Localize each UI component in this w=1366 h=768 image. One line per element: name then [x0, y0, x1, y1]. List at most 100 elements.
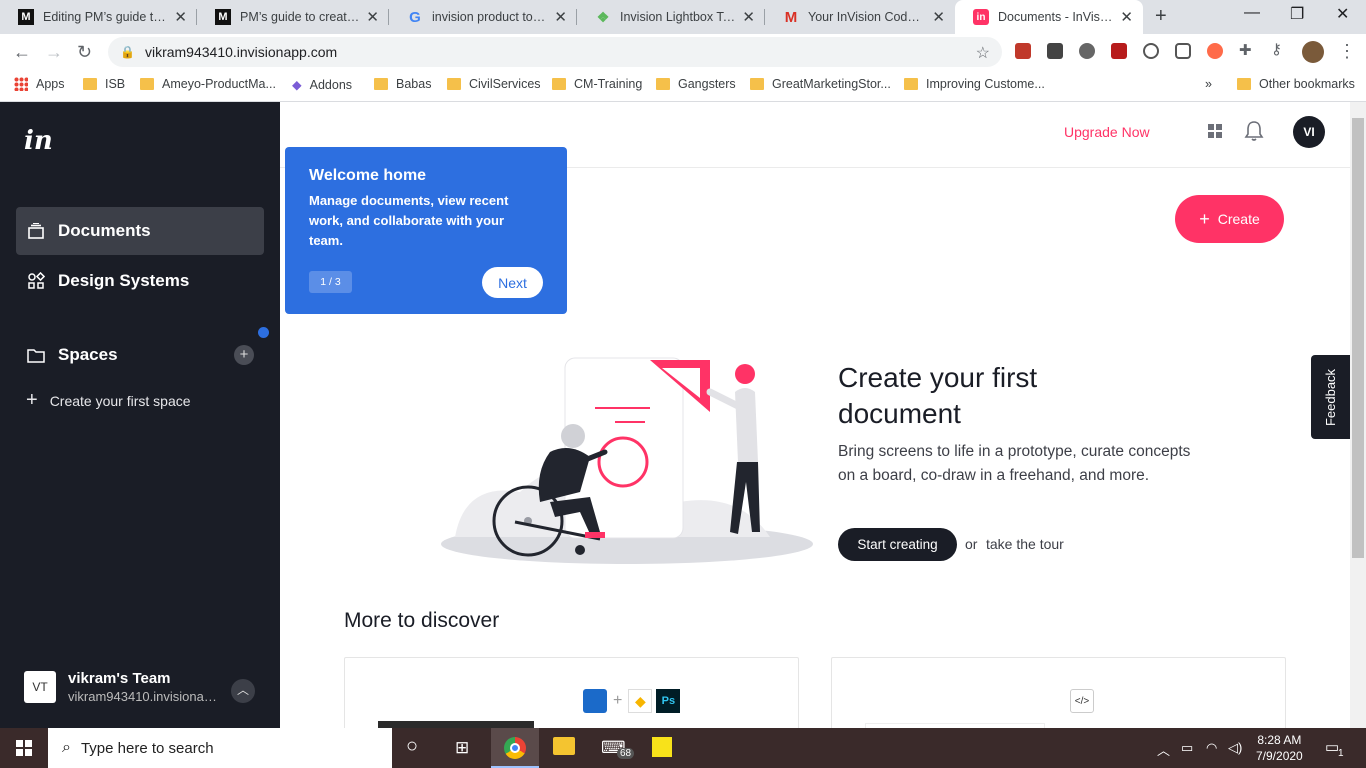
address-bar[interactable]: 🔒 vikram943410.invisionapp.com ☆ — [108, 37, 1002, 67]
search-icon: ⌕ — [62, 739, 71, 756]
add-space-button[interactable]: + — [234, 345, 254, 365]
folder-icon — [656, 78, 670, 90]
folder-icon — [83, 78, 97, 90]
tab-title: invision product tour - G — [432, 10, 548, 24]
tab-documents-invision[interactable]: in Documents - InVision ✕ — [955, 0, 1143, 34]
close-tab-icon[interactable]: ✕ — [174, 8, 187, 26]
extension-icon[interactable] — [1079, 43, 1095, 59]
close-tab-icon[interactable]: ✕ — [742, 8, 755, 26]
extension-icon[interactable] — [1015, 43, 1031, 59]
browser-menu-icon[interactable]: ⋮ — [1338, 41, 1356, 62]
bookmark-label: Other bookmarks — [1259, 77, 1355, 91]
sidebar-item-documents[interactable]: Documents — [16, 207, 264, 255]
tab-gmail[interactable]: M Your InVision Code - vik ✕ — [765, 0, 955, 34]
tab-invision-lightbox[interactable]: ❖ Invision Lightbox Toolti ✕ — [577, 0, 765, 34]
extension-icon[interactable] — [1143, 43, 1159, 59]
profile-avatar[interactable] — [1302, 41, 1324, 63]
feedback-tab[interactable]: Feedback — [1311, 355, 1351, 439]
reload-icon[interactable]: ↻ — [77, 42, 92, 63]
minimize-icon[interactable]: — — [1244, 4, 1260, 22]
sidebar-item-design-systems[interactable]: Design Systems — [16, 257, 264, 305]
extensions-puzzle-icon[interactable]: ✚ — [1239, 41, 1255, 59]
task-view-icon[interactable]: ⊞ — [455, 738, 469, 758]
apps-grid-icon[interactable] — [1208, 124, 1222, 138]
extension-icon[interactable] — [1207, 43, 1223, 59]
upgrade-now-link[interactable]: Upgrade Now — [1064, 124, 1150, 140]
taskbar-chrome[interactable] — [491, 728, 539, 768]
sidebar-item-label: Documents — [58, 221, 151, 240]
pocket-extension-icon[interactable] — [1175, 43, 1191, 59]
bookmark-label: Ameyo-ProductMa... — [162, 77, 276, 91]
windows-start-icon[interactable] — [16, 740, 32, 756]
lock-icon[interactable]: 🔒 — [120, 45, 135, 59]
tray-chevron-icon[interactable]: ︿ — [1157, 740, 1170, 759]
tab-google-search[interactable]: G invision product tour - G ✕ — [389, 0, 577, 34]
discover-card-code[interactable]: </> — [831, 657, 1286, 728]
apps-grid-icon — [14, 77, 28, 91]
folder-icon — [750, 78, 764, 90]
folder-icon — [374, 78, 388, 90]
folder-icon — [26, 346, 46, 364]
tooltip-body: Manage documents, view recent work, and … — [309, 193, 509, 248]
bookmark-folder[interactable]: Babas — [374, 77, 431, 91]
tab-pm-guide[interactable]: M PM’s guide to creating ✕ — [197, 0, 389, 34]
team-name: vikram's Team — [68, 670, 171, 687]
folder-icon — [140, 78, 154, 90]
invision-logo[interactable]: in — [24, 126, 53, 156]
sidebar-item-label: Design Systems — [58, 271, 190, 290]
chevron-up-icon[interactable]: ︿ — [231, 679, 255, 703]
start-creating-button[interactable]: Start creating — [838, 528, 957, 561]
clock-time: 8:28 AM — [1257, 733, 1302, 747]
documents-icon — [26, 222, 46, 240]
wifi-icon[interactable]: ◠ — [1206, 740, 1217, 756]
bookmark-folder[interactable]: ISB — [83, 77, 125, 91]
empty-state-illustration — [441, 357, 813, 564]
bookmark-folder[interactable]: CM-Training — [552, 77, 642, 91]
bookmark-addons[interactable]: ◆ Addons — [292, 77, 353, 93]
sidebar-item-spaces[interactable]: Spaces — [16, 331, 264, 379]
restore-icon[interactable]: ❐ — [1290, 4, 1304, 24]
bookmark-folder[interactable]: Gangsters — [656, 77, 736, 91]
team-switcher[interactable]: VT vikram's Team vikram943410.invisionap… — [24, 670, 224, 704]
medium-icon: M — [215, 9, 231, 25]
pdf-extension-icon[interactable] — [1111, 43, 1127, 59]
tooltip-next-button[interactable]: Next — [482, 267, 543, 298]
tooltip-step-counter: 1 / 3 — [309, 271, 352, 293]
close-tab-icon[interactable]: ✕ — [1120, 8, 1133, 26]
file-explorer-icon[interactable] — [553, 737, 575, 755]
discover-card-integrations[interactable]: + ◆ Ps — [344, 657, 799, 728]
bookmark-star-icon[interactable]: ☆ — [976, 43, 990, 63]
volume-icon[interactable]: ◁) — [1228, 740, 1242, 756]
cortana-icon[interactable]: ○ — [406, 735, 418, 758]
bookmark-folder[interactable]: Improving Custome... — [904, 77, 1045, 91]
create-first-space-link[interactable]: + Create your first space — [26, 389, 191, 412]
sticky-notes-icon[interactable] — [652, 737, 672, 757]
notification-bell-icon[interactable] — [1244, 120, 1264, 147]
bookmark-folder[interactable]: Ameyo-ProductMa... — [140, 77, 276, 91]
close-tab-icon[interactable]: ✕ — [932, 8, 945, 26]
battery-icon[interactable]: ▭ — [1181, 740, 1193, 756]
bookmark-other[interactable]: Other bookmarks — [1237, 77, 1355, 91]
more-to-discover-heading: More to discover — [344, 609, 500, 632]
user-avatar[interactable]: VI — [1293, 116, 1325, 148]
bookmark-label: Addons — [309, 77, 353, 92]
close-tab-icon[interactable]: ✕ — [366, 8, 379, 26]
key-icon[interactable]: ⚷ — [1271, 40, 1287, 58]
bookmark-folder[interactable]: CivilServices — [447, 77, 541, 91]
windows-taskbar: ⌕ Type here to search ○ ⊞ ⌨ 68 ︿ ▭ ◠ ◁) … — [0, 728, 1366, 768]
forward-icon[interactable]: → — [45, 42, 63, 63]
bookmark-folder[interactable]: GreatMarketingStor... — [750, 77, 891, 91]
tab-editing-pm-guide[interactable]: M Editing PM’s guide to c ✕ — [0, 0, 197, 34]
take-the-tour-link[interactable]: take the tour — [986, 536, 1064, 552]
taskbar-clock[interactable]: 8:28 AM 7/9/2020 — [1256, 732, 1303, 764]
create-button[interactable]: + Create — [1175, 195, 1284, 243]
back-icon[interactable]: ← — [13, 42, 31, 63]
bookmarks-overflow[interactable]: » — [1205, 77, 1212, 91]
close-window-icon[interactable]: ✕ — [1336, 4, 1349, 24]
taskbar-search[interactable]: ⌕ Type here to search — [48, 728, 392, 768]
scrollbar-thumb[interactable] — [1352, 118, 1364, 558]
extension-icon[interactable] — [1047, 43, 1063, 59]
bookmark-apps[interactable]: Apps — [14, 77, 65, 91]
close-tab-icon[interactable]: ✕ — [554, 8, 567, 26]
new-tab-icon[interactable]: + — [1155, 5, 1167, 28]
